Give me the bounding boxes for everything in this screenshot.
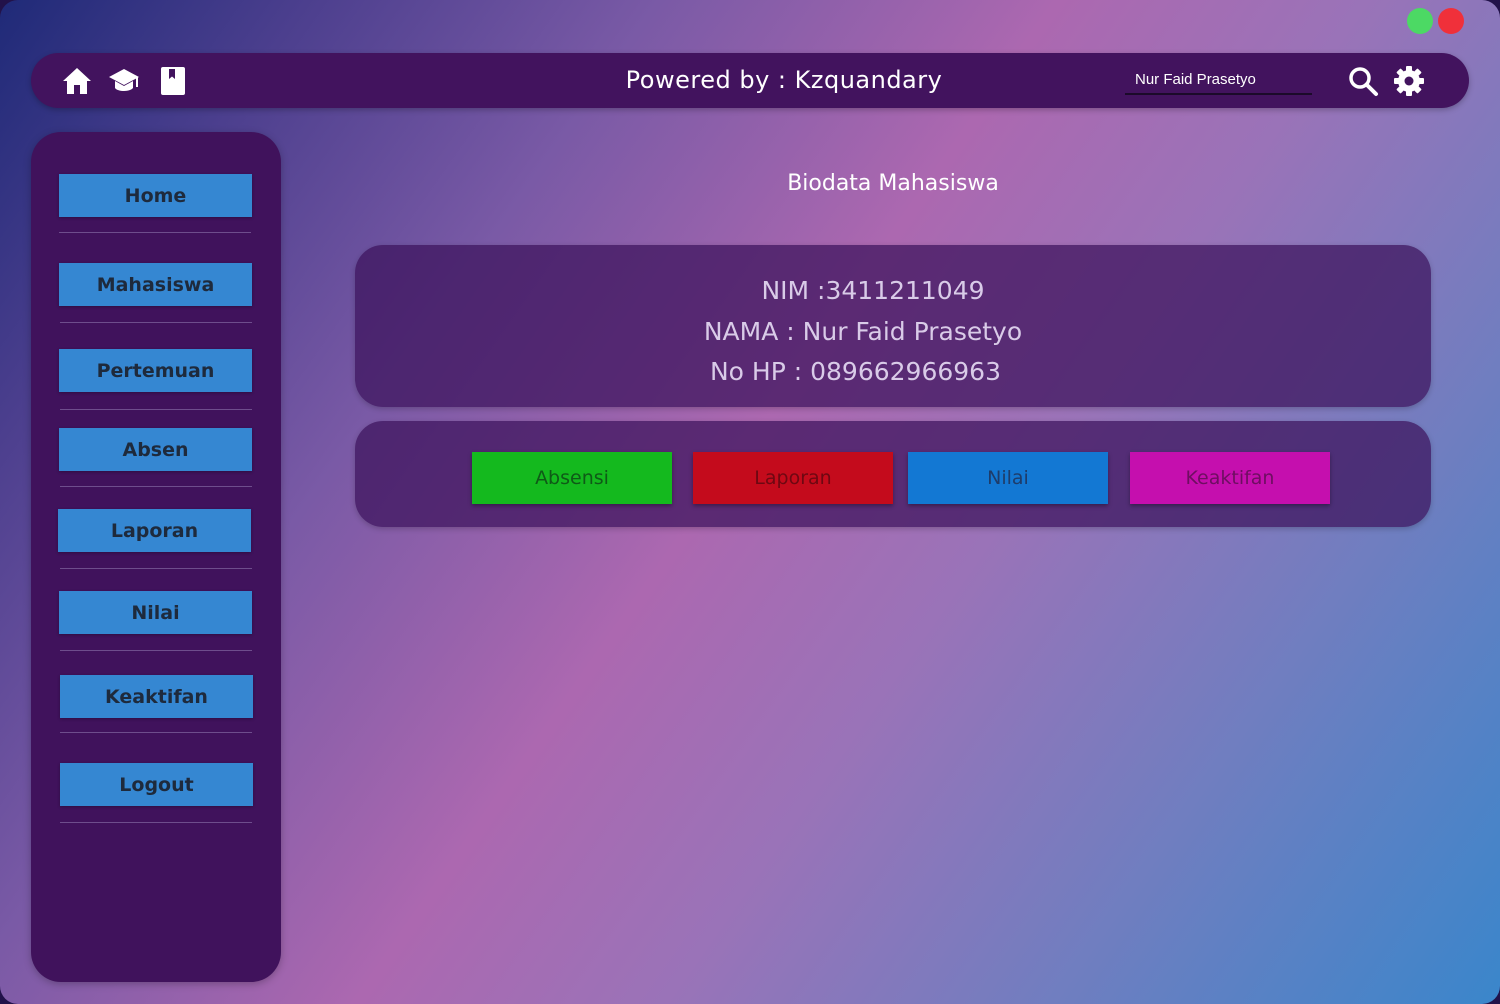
nama-text: NAMA : Nur Faid Prasetyo [703,317,1023,346]
sidebar-item-home[interactable]: Home [59,174,252,217]
laporan-button[interactable]: Laporan [693,452,893,504]
page-title: Biodata Mahasiswa [787,171,999,196]
search-input[interactable] [1125,65,1312,95]
sidebar-item-nilai[interactable]: Nilai [59,591,252,634]
sidebar-item-mahasiswa[interactable]: Mahasiswa [59,263,252,306]
sidebar-divider [60,822,252,823]
home-icon[interactable] [61,65,93,97]
biodata-card: NIM :3411211049 NAMA : Nur Faid Prasetyo… [355,245,1431,407]
sidebar-item-laporan[interactable]: Laporan [58,509,251,552]
book-icon[interactable] [157,65,189,97]
search-icon[interactable] [1347,65,1379,97]
sidebar: Home Mahasiswa Pertemuan Absen Laporan N… [31,132,281,982]
sidebar-divider [60,650,252,651]
sidebar-divider [59,232,251,233]
nilai-button[interactable]: Nilai [908,452,1108,504]
app-window: Powered by : Kzquandary Home Mahasiswa [0,0,1500,1004]
keaktifan-button[interactable]: Keaktifan [1130,452,1330,504]
top-bar: Powered by : Kzquandary [31,53,1469,108]
nim-text: NIM :3411211049 [761,276,985,305]
action-buttons-card: Absensi Laporan Nilai Keaktifan [355,421,1431,527]
maximize-button[interactable] [1407,8,1433,34]
powered-by-label: Powered by : Kzquandary [625,66,943,94]
sidebar-item-logout[interactable]: Logout [60,763,253,806]
no-hp-text: No HP : 089662966963 [709,357,1001,386]
absensi-button[interactable]: Absensi [472,452,672,504]
sidebar-divider [60,732,252,733]
graduation-cap-icon[interactable] [108,65,140,97]
sidebar-divider [60,568,252,569]
sidebar-divider [60,322,252,323]
sidebar-item-keaktifan[interactable]: Keaktifan [60,675,253,718]
sidebar-item-absen[interactable]: Absen [59,428,252,471]
close-button[interactable] [1438,8,1464,34]
gear-icon[interactable] [1393,65,1425,97]
sidebar-divider [60,409,252,410]
sidebar-item-pertemuan[interactable]: Pertemuan [59,349,252,392]
sidebar-divider [60,486,252,487]
